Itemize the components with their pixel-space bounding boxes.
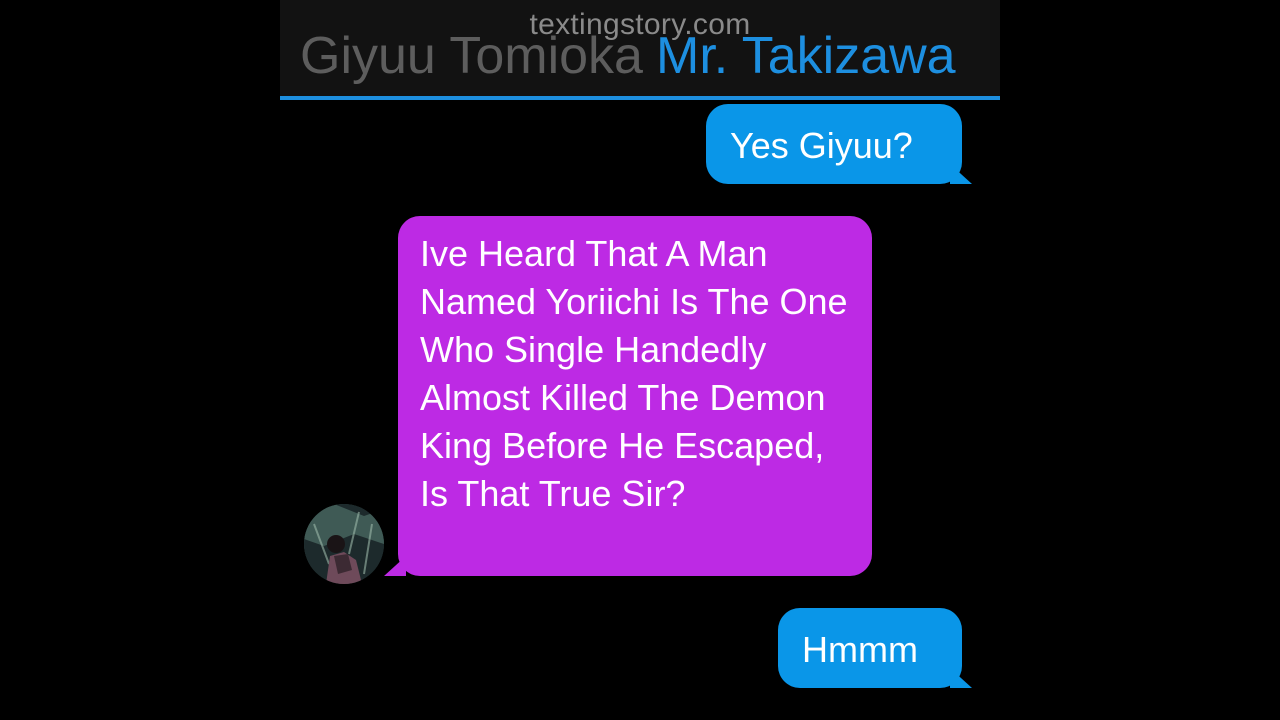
bubble-tail: [950, 668, 972, 688]
chat-header: textingstory.com Giyuu Tomioka Mr. Takiz…: [280, 0, 1000, 100]
message-bubble-incoming: Ive Heard That A Man Named Yoriichi Is T…: [398, 216, 872, 576]
contact-name-right: Mr. Takizawa: [656, 27, 956, 85]
message-bubble-outgoing: Hmmm: [778, 608, 962, 688]
bubble-tail: [950, 164, 972, 184]
profile-photo-icon[interactable]: [304, 504, 384, 584]
bubble-tail: [384, 556, 406, 576]
avatar-image: [304, 504, 384, 584]
message-bubble-outgoing: Yes Giyuu?: [706, 104, 962, 184]
chat-screen: textingstory.com Giyuu Tomioka Mr. Takiz…: [280, 0, 1000, 720]
contact-name-left: Giyuu Tomioka: [300, 27, 643, 85]
